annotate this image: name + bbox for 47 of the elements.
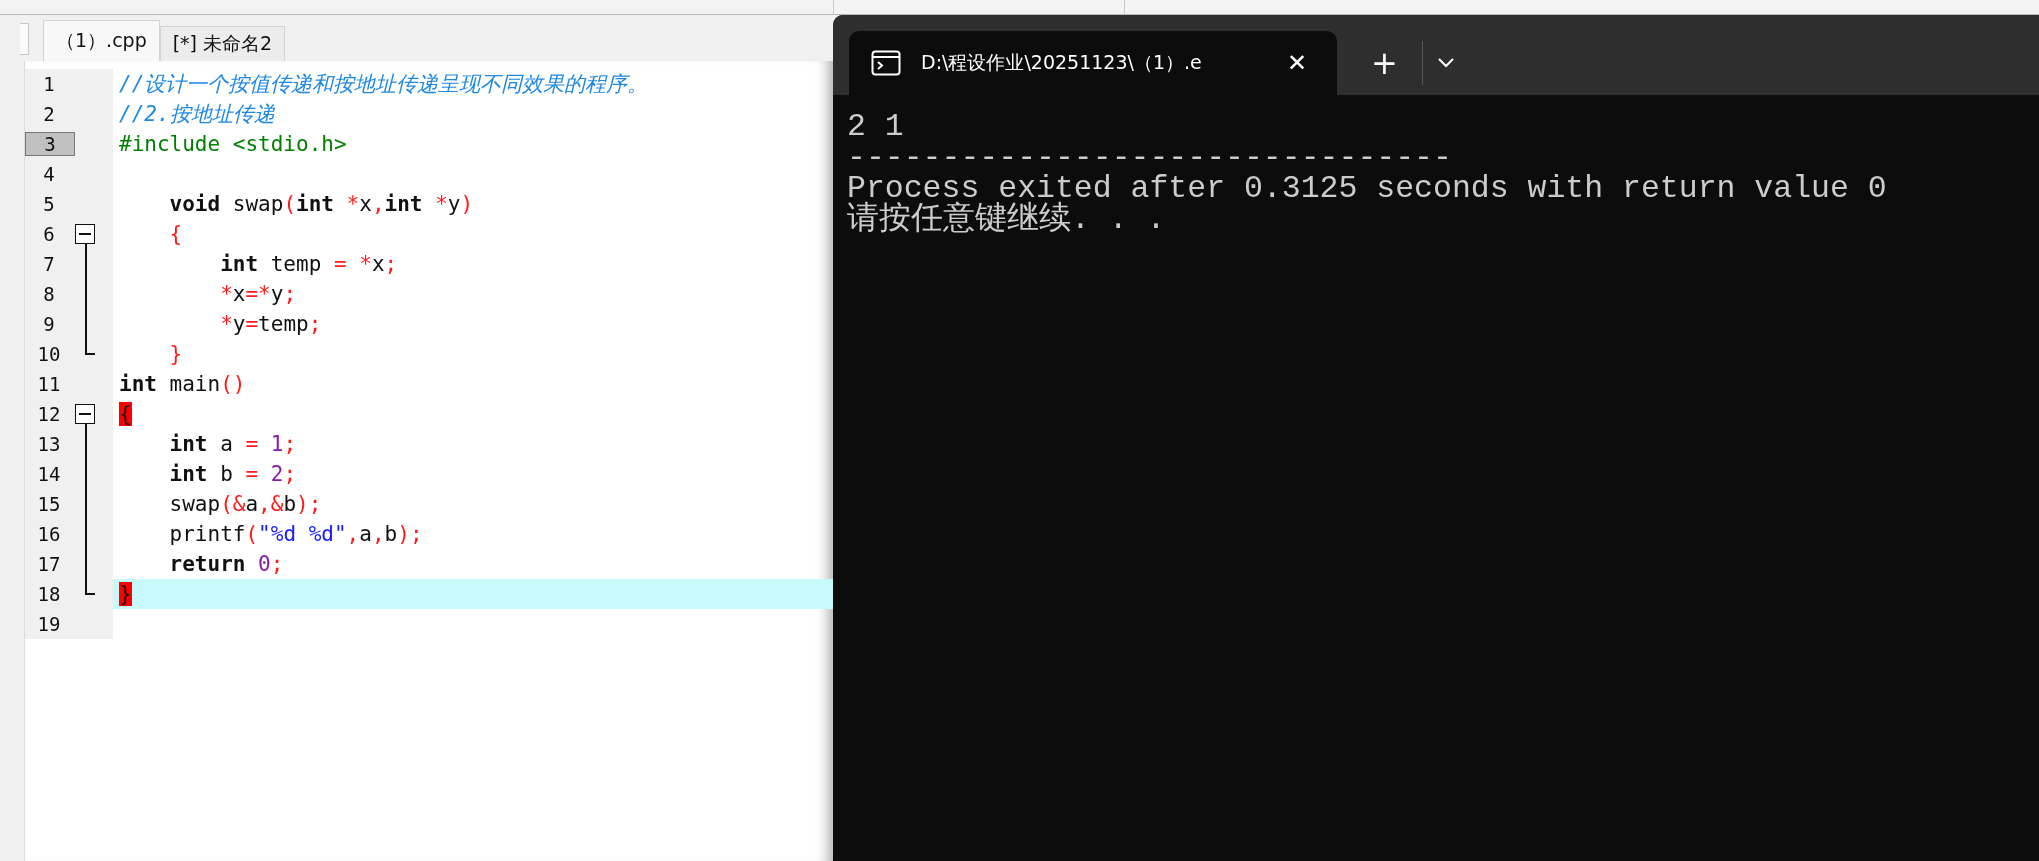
line-number: 5 (42, 193, 56, 215)
line-number: 7 (42, 253, 56, 275)
chevron-down-icon[interactable] (1436, 57, 1455, 69)
line-number: 18 (36, 583, 62, 605)
line-number: 14 (36, 463, 62, 485)
code-line: void swap(int *x,int *y) (168, 192, 474, 216)
code-line: return 0; (168, 552, 284, 576)
code-line: int main() (118, 372, 246, 396)
line-number: 13 (36, 433, 62, 455)
code-line: { (168, 222, 183, 246)
line-number: 2 (42, 103, 56, 125)
line-number: 16 (36, 523, 62, 545)
console-output: 2 1 (847, 111, 905, 142)
line-number: 3 (25, 132, 75, 156)
code-line: int temp = *x; (219, 252, 398, 276)
code-line: *y=temp; (219, 312, 322, 336)
close-button[interactable]: ✕ (1276, 45, 1317, 81)
line-number: 1 (42, 73, 56, 95)
code-line: int b = 2; (168, 462, 297, 486)
panel-edge (20, 23, 29, 55)
terminal-icon (871, 50, 901, 76)
code-line: int a = 1; (168, 432, 297, 456)
code-line: printf("%d %d",a,b); (168, 522, 423, 546)
fold-toggle[interactable] (75, 404, 95, 424)
code-line: //设计一个按值传递和按地址传递呈现不同效果的程序。 (118, 71, 649, 98)
code-line: //2.按地址传递 (118, 101, 275, 128)
line-number: 4 (42, 163, 56, 185)
line-number: 17 (36, 553, 62, 575)
console-output: -------------------------------- (847, 142, 1452, 173)
line-number: 12 (36, 403, 62, 425)
code-line: *x=*y; (219, 282, 297, 306)
new-tab-button[interactable]: + (1361, 40, 1408, 86)
fold-toggle[interactable] (75, 224, 95, 244)
editor-tab[interactable]: （1）.cpp (43, 20, 160, 61)
terminal-tab[interactable]: D:\程设作业\20251123\（1）.e ✕ (849, 31, 1337, 95)
line-number: 8 (42, 283, 56, 305)
line-number: 10 (36, 343, 62, 365)
code-line: swap(&a,&b); (168, 492, 322, 516)
editor-tab[interactable]: [*] 未命名2 (159, 26, 286, 61)
line-number: 6 (42, 223, 56, 245)
line-number: 19 (36, 613, 62, 635)
line-number: 11 (36, 373, 62, 395)
code-line: } (168, 342, 183, 366)
line-number: 15 (36, 493, 62, 515)
tab-title: D:\程设作业\20251123\（1）.e (921, 50, 1203, 75)
line-number: 9 (42, 313, 56, 335)
code-line: #include <stdio.h> (118, 132, 347, 156)
